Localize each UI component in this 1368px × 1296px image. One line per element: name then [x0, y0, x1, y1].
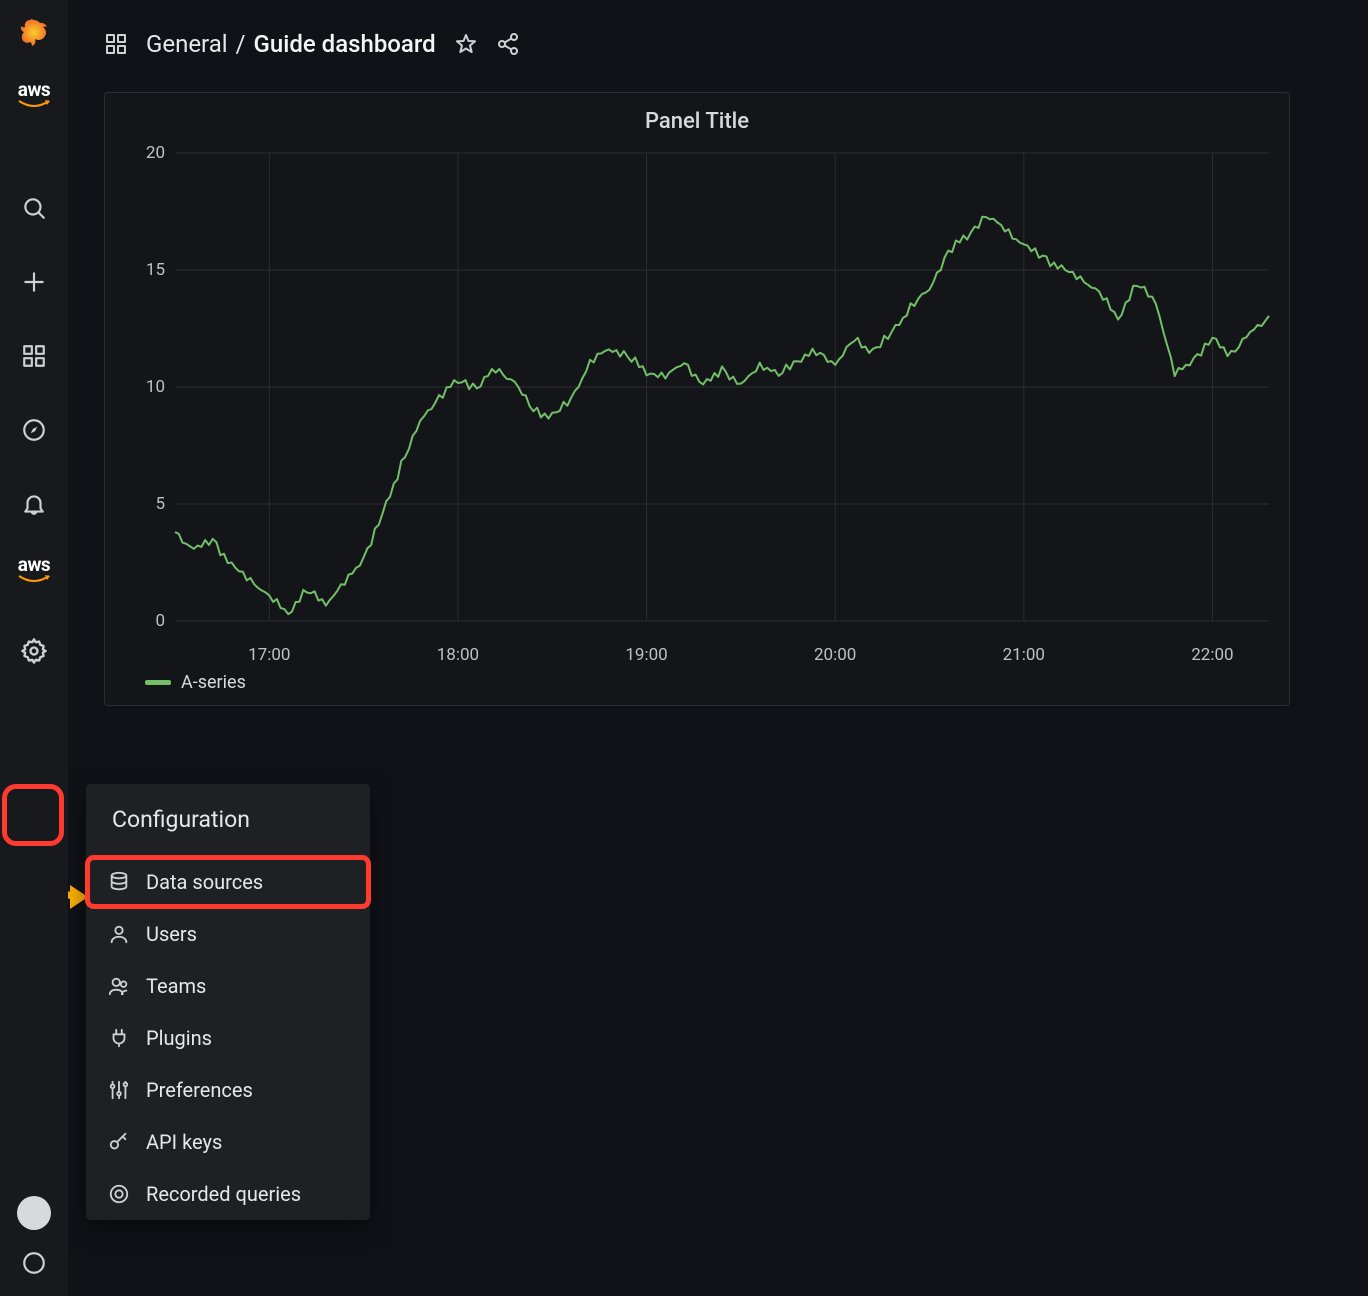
dashboard-icon	[21, 343, 47, 369]
help-icon	[21, 1250, 47, 1276]
dashboard-icon[interactable]	[104, 32, 128, 56]
legend-label: A-series	[181, 672, 246, 693]
plus-icon	[21, 269, 47, 295]
sidebar-item-search[interactable]	[13, 187, 55, 229]
popup-item-label: Recorded queries	[146, 1182, 301, 1206]
sidebar-item-aws[interactable]: aws	[17, 78, 51, 109]
users-icon	[108, 975, 130, 997]
record-icon	[108, 1183, 130, 1205]
sidebar-item-help[interactable]	[13, 1242, 55, 1284]
chart-area: 0510152017:0018:0019:0020:0021:0022:00	[127, 145, 1273, 665]
grafana-logo-icon[interactable]	[18, 18, 50, 50]
popup-item-data-sources[interactable]: Data sources	[86, 856, 370, 908]
breadcrumb: General / Guide dashboard	[104, 30, 1358, 58]
aws-label-2: aws	[18, 553, 50, 576]
search-icon	[21, 195, 47, 221]
popup-item-recorded-queries[interactable]: Recorded queries	[86, 1168, 370, 1220]
key-icon	[108, 1131, 130, 1153]
popup-item-plugins[interactable]: Plugins	[86, 1012, 370, 1064]
popup-item-label: Teams	[146, 974, 206, 998]
popup-item-api-keys[interactable]: API keys	[86, 1116, 370, 1168]
annotation-highlight-gear	[2, 784, 64, 846]
database-icon	[108, 871, 130, 893]
popup-item-preferences[interactable]: Preferences	[86, 1064, 370, 1116]
aws-label: aws	[18, 78, 50, 101]
star-icon[interactable]	[454, 32, 478, 56]
sidebar-item-explore[interactable]	[13, 409, 55, 451]
popup-item-teams[interactable]: Teams	[86, 960, 370, 1012]
gear-icon	[20, 637, 48, 665]
sidebar-item-dashboards[interactable]	[13, 335, 55, 377]
configuration-popup: Configuration Data sources Users Teams P…	[86, 784, 370, 1220]
popup-item-label: Users	[146, 922, 197, 946]
plug-icon	[108, 1027, 130, 1049]
compass-icon	[21, 417, 47, 443]
popup-item-users[interactable]: Users	[86, 908, 370, 960]
legend-swatch	[145, 680, 171, 685]
sidebar-item-aws-2[interactable]: aws	[17, 553, 51, 584]
breadcrumb-page[interactable]: Guide dashboard	[254, 30, 436, 58]
user-icon	[108, 923, 130, 945]
popup-item-label: Data sources	[146, 870, 263, 894]
popup-header[interactable]: Configuration	[86, 784, 370, 856]
popup-item-label: Plugins	[146, 1026, 212, 1050]
sidebar-item-profile[interactable]	[17, 1196, 51, 1230]
legend[interactable]: A-series	[145, 672, 246, 693]
sliders-icon	[108, 1079, 130, 1101]
popup-item-label: Preferences	[146, 1078, 253, 1102]
popup-item-label: API keys	[146, 1130, 222, 1154]
sidebar-item-create[interactable]	[13, 261, 55, 303]
breadcrumb-sep: /	[236, 30, 246, 58]
sidebar-item-configuration[interactable]	[13, 630, 55, 672]
sidebar-item-alerting[interactable]	[13, 483, 55, 525]
share-icon[interactable]	[496, 32, 520, 56]
breadcrumb-folder[interactable]: General	[146, 30, 228, 58]
panel-title: Panel Title	[105, 93, 1289, 134]
sidebar: aws aws	[0, 0, 68, 1296]
bell-icon	[21, 491, 47, 517]
chart-panel[interactable]: Panel Title 0510152017:0018:0019:0020:00…	[104, 92, 1290, 706]
